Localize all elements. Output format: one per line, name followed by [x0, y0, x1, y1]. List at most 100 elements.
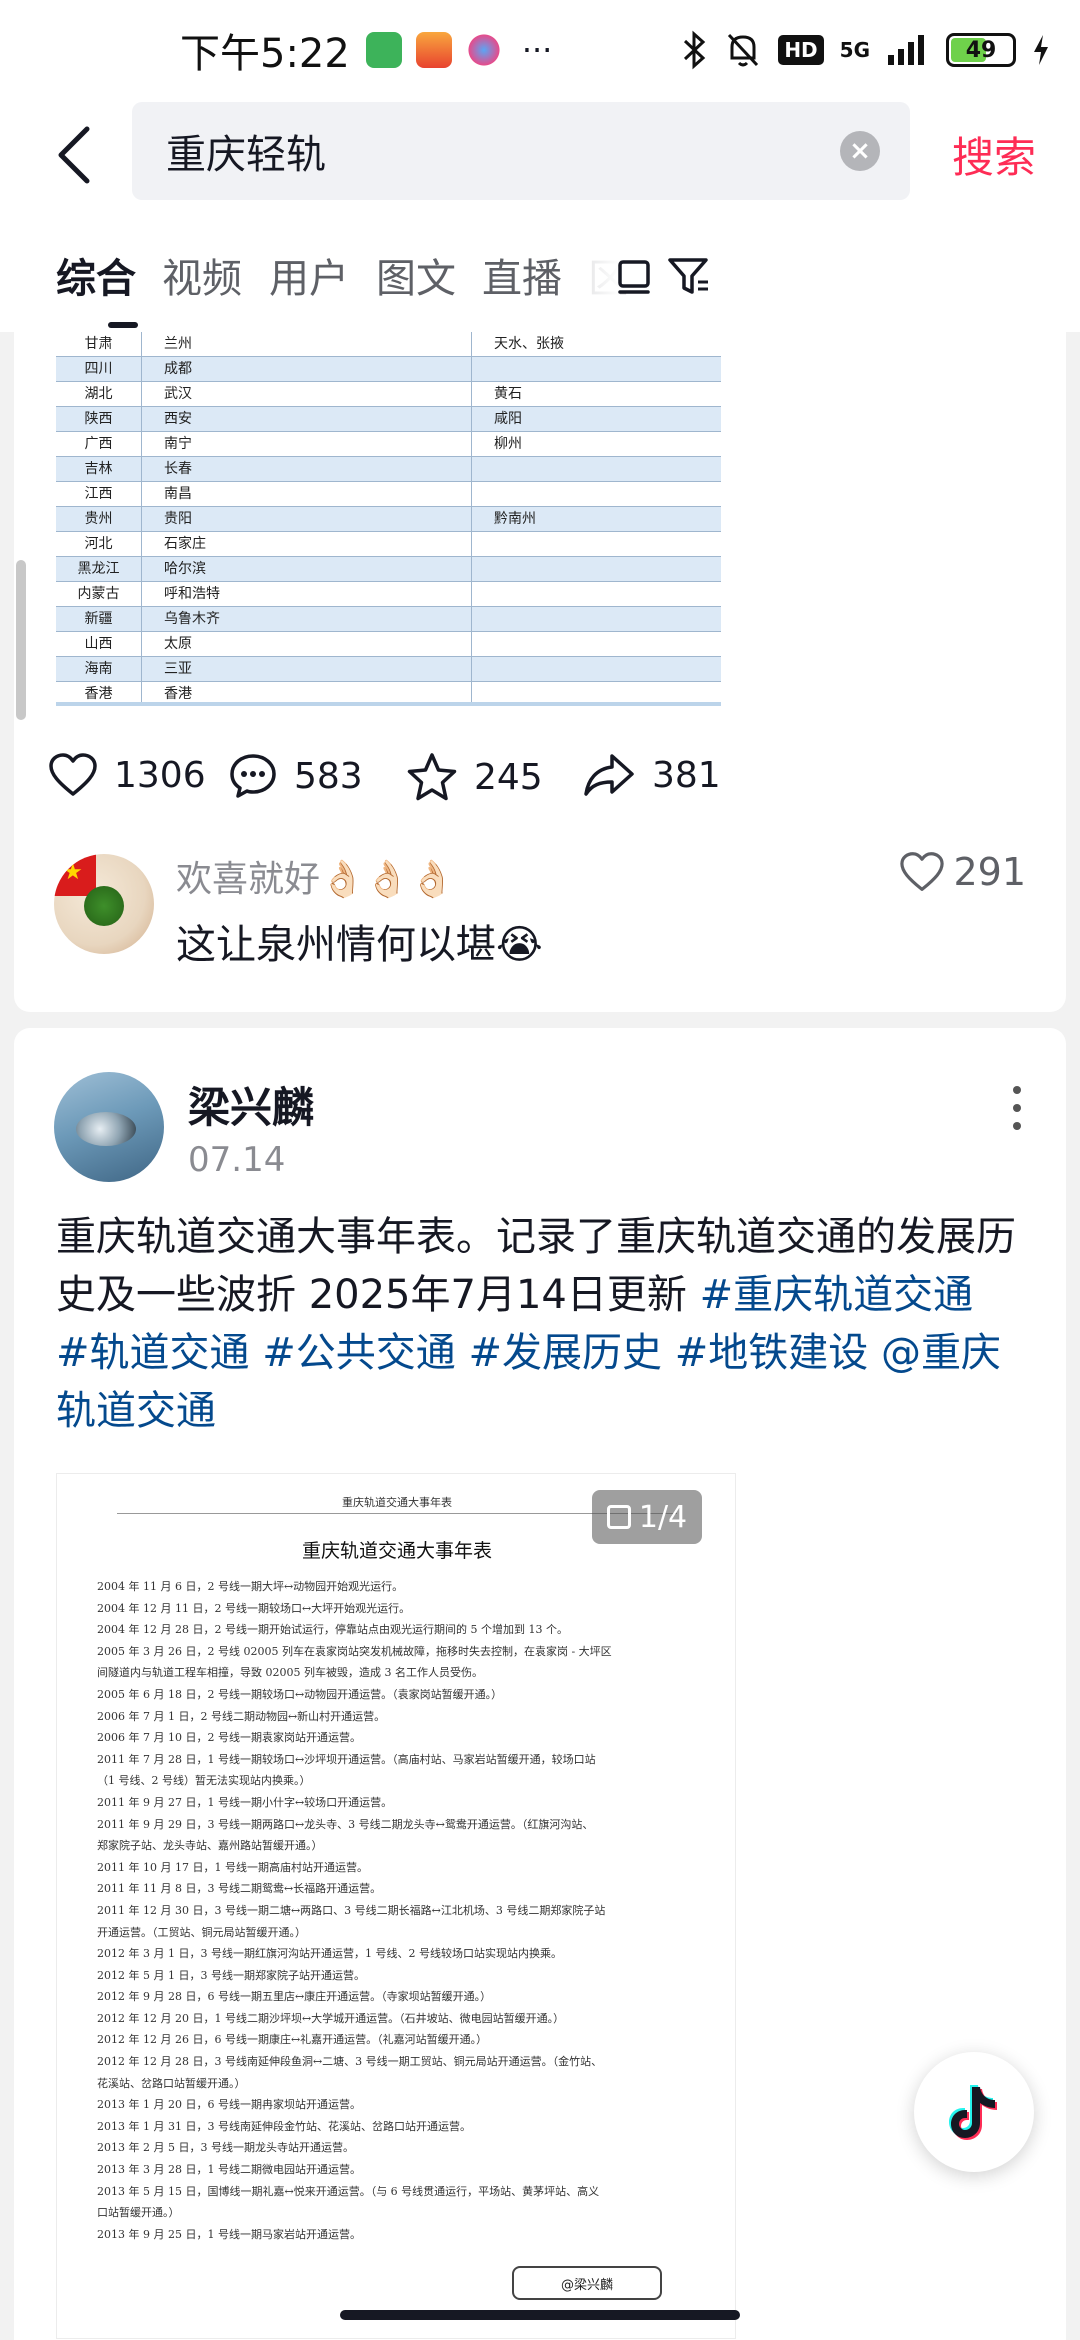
province-cell: 湖北 — [56, 382, 142, 406]
app-root: 下午5:22 ··· HD 5G 49 重庆轻轨 × 搜索 综合 视频 用户 图… — [0, 0, 1080, 2340]
comment-like-count: 291 — [953, 850, 1026, 894]
city-cell: 太原 — [142, 632, 472, 656]
other-city-cell — [472, 532, 721, 556]
document-line: 2012 年 12 月 28 日，3 号线南延伸段鱼洞↔二塘、3 号线一期工贸站… — [97, 2055, 603, 2069]
table-row: 湖北 武汉 黄石 — [56, 382, 721, 407]
city-cell: 南昌 — [142, 482, 472, 506]
document-line: 开通运营。（工贸站、铜元局站暂缓开通。） — [97, 1925, 306, 1939]
hashtag[interactable]: #公共交通 — [262, 1330, 456, 1376]
post-actions: 1306 583 245 381 — [14, 740, 1066, 830]
table-row: 内蒙古 呼和浩特 — [56, 582, 721, 607]
document-line: 2012 年 12 月 26 日，6 号线一期康庄↔礼嘉开通运营。（礼嘉河站暂缓… — [97, 2033, 488, 2047]
network-type: 5G — [839, 38, 870, 62]
hashtag[interactable]: #重庆轨道交通 — [700, 1272, 974, 1318]
table-row: 陕西 西安 咸阳 — [56, 407, 721, 432]
document-line: 2011 年 9 月 29 日，3 号线一期两路口↔龙头寺、3 号线二期龙头寺↔… — [97, 1817, 594, 1831]
more-options-button[interactable] — [1002, 1078, 1032, 1138]
layout-icon[interactable] — [610, 252, 658, 300]
tab-video[interactable]: 视频 — [162, 246, 242, 304]
city-cell: 贵阳 — [142, 507, 472, 531]
province-cell: 陕西 — [56, 407, 142, 431]
document-line: 2013 年 9 月 25 日，1 号线一期马家岩站开通运营。 — [97, 2227, 361, 2241]
other-city-cell: 黔南州 — [494, 511, 536, 527]
tab-users[interactable]: 用户 — [269, 246, 349, 304]
favorite-button[interactable]: 245 — [406, 752, 543, 802]
other-city-cell: 柳州 — [494, 436, 522, 452]
tab-image-text[interactable]: 图文 — [376, 246, 456, 304]
other-city-cell — [472, 657, 721, 681]
city-cell: 香港 — [142, 682, 472, 702]
bluetooth-icon — [684, 30, 706, 70]
table-row: 香港 香港 — [56, 682, 721, 702]
commenter-name[interactable]: 欢喜就好👌🏻👌🏻👌🏻 — [176, 850, 454, 902]
comment-button[interactable]: 583 — [228, 752, 363, 800]
other-city-cell — [472, 357, 721, 381]
heart-icon — [49, 753, 97, 796]
city-cell: 三亚 — [142, 657, 472, 681]
like-button[interactable]: 1306 — [48, 752, 206, 798]
province-cell: 香港 — [56, 682, 142, 702]
province-cell: 新疆 — [56, 607, 142, 631]
top-comment[interactable]: ★ 欢喜就好👌🏻👌🏻👌🏻 这让泉州情何以堪😭 291 — [14, 840, 1066, 990]
back-button[interactable] — [40, 120, 110, 190]
hashtag[interactable]: #发展历史 — [468, 1330, 662, 1376]
city-cell: 武汉 — [142, 382, 472, 406]
filter-icon[interactable] — [664, 252, 712, 300]
more-icon — [1013, 1086, 1021, 1094]
tab-comprehensive[interactable]: 综合 — [56, 246, 136, 304]
hashtag[interactable]: #轨道交通 — [56, 1330, 250, 1376]
province-cell: 内蒙古 — [56, 582, 142, 606]
search-button[interactable]: 搜索 — [952, 124, 1036, 185]
city-cell: 长春 — [142, 457, 472, 481]
table-row: 河北 石家庄 — [56, 532, 721, 557]
tab-live[interactable]: 直播 — [482, 246, 562, 304]
document-body: 2004 年 11 月 6 日，2 号线一期大坪↔动物园开始观光运行。 2004 … — [97, 1576, 707, 2245]
table-row: 海南 三亚 — [56, 657, 721, 682]
document-line: 2012 年 12 月 20 日，1 号线二期沙坪坝↔大学城开通运营。（石井坡站… — [97, 2011, 565, 2025]
document-line: 间隧道内与轨道工程车相撞，导致 02005 列车被毁，造成 3 名工作人员受伤。 — [97, 1666, 483, 1680]
document-line: 2013 年 3 月 28 日，1 号线二期微电园站开通运营。 — [97, 2163, 361, 2177]
city-cell: 西安 — [142, 407, 472, 431]
author-avatar[interactable] — [54, 1072, 164, 1182]
table-row: 黑龙江 哈尔滨 — [56, 557, 721, 582]
province-cell: 山西 — [56, 632, 142, 656]
table-row: 新疆 乌鲁木齐 — [56, 607, 721, 632]
document-line: 2011 年 9 月 27 日，1 号线一期小什字↔较场口开通运营。 — [97, 1795, 393, 1809]
other-city-cell — [472, 557, 721, 581]
province-cell: 广西 — [56, 432, 142, 456]
douyin-logo-icon — [949, 2085, 997, 2140]
document-line: 口站暂缓开通。） — [97, 2206, 180, 2220]
post-image-city-table[interactable]: 甘肃 兰州 天水、张掖 四川 成都 湖北 武汉 黄石 陕西 西安 咸阳 广西 南宁 柳州 吉林 长春 江西 南昌贵… — [56, 332, 721, 706]
comment-like-button[interactable]: 291 — [899, 850, 1026, 894]
clear-search-button[interactable]: × — [840, 131, 880, 171]
document-line: 花溪站、岔路口站暂缓开通。） — [97, 2076, 246, 2090]
charging-icon — [1034, 35, 1048, 65]
document-line: 郑家院子站、龙头寺站、嘉州路站暂缓开通。） — [97, 1839, 323, 1853]
home-indicator[interactable] — [340, 2310, 740, 2320]
search-header: 重庆轻轨 × 搜索 — [0, 100, 1080, 210]
author-name[interactable]: 梁兴麟 — [188, 1074, 314, 1135]
app-notification-icon — [465, 32, 502, 68]
favorite-count: 245 — [474, 756, 543, 798]
comment-text: 这让泉州情何以堪😭 — [176, 922, 543, 968]
share-button[interactable]: 381 — [582, 752, 721, 798]
city-cell: 呼和浩特 — [142, 582, 472, 606]
douyin-fab-button[interactable] — [914, 2052, 1034, 2172]
city-cell: 南宁 — [142, 432, 472, 456]
document-line: 2012 年 3 月 1 日，3 号线一期红旗河沟站开通运营，1 号线、2 号线… — [97, 1947, 562, 1961]
province-cell: 四川 — [56, 357, 142, 381]
scrollbar[interactable] — [16, 560, 26, 720]
search-input[interactable]: 重庆轻轨 × — [132, 102, 910, 200]
province-cell: 黑龙江 — [56, 557, 142, 581]
table-row: 贵州 贵阳 黔南州 — [56, 507, 721, 532]
post-image-document[interactable]: 重庆轨道交通大事年表 重庆轨道交通大事年表 2004 年 11 月 6 日，2 … — [56, 1473, 736, 2339]
comment-count: 583 — [294, 755, 363, 797]
post-description: 重庆轨道交通大事年表。记录了重庆轨道交通的发展历史及一些波折 2025年7月14… — [56, 1208, 1036, 1440]
wechat-notification-icon — [365, 32, 402, 68]
hashtag[interactable]: #地铁建设 — [675, 1330, 869, 1376]
commenter-avatar[interactable]: ★ — [54, 854, 154, 954]
document-line: 2005 年 6 月 18 日，2 号线一期较场口↔动物园开通运营。（袁家岗站暂… — [97, 1687, 503, 1701]
other-city-cell: 黄石 — [494, 386, 522, 402]
other-city-cell — [472, 632, 721, 656]
city-cell: 哈尔滨 — [142, 557, 472, 581]
